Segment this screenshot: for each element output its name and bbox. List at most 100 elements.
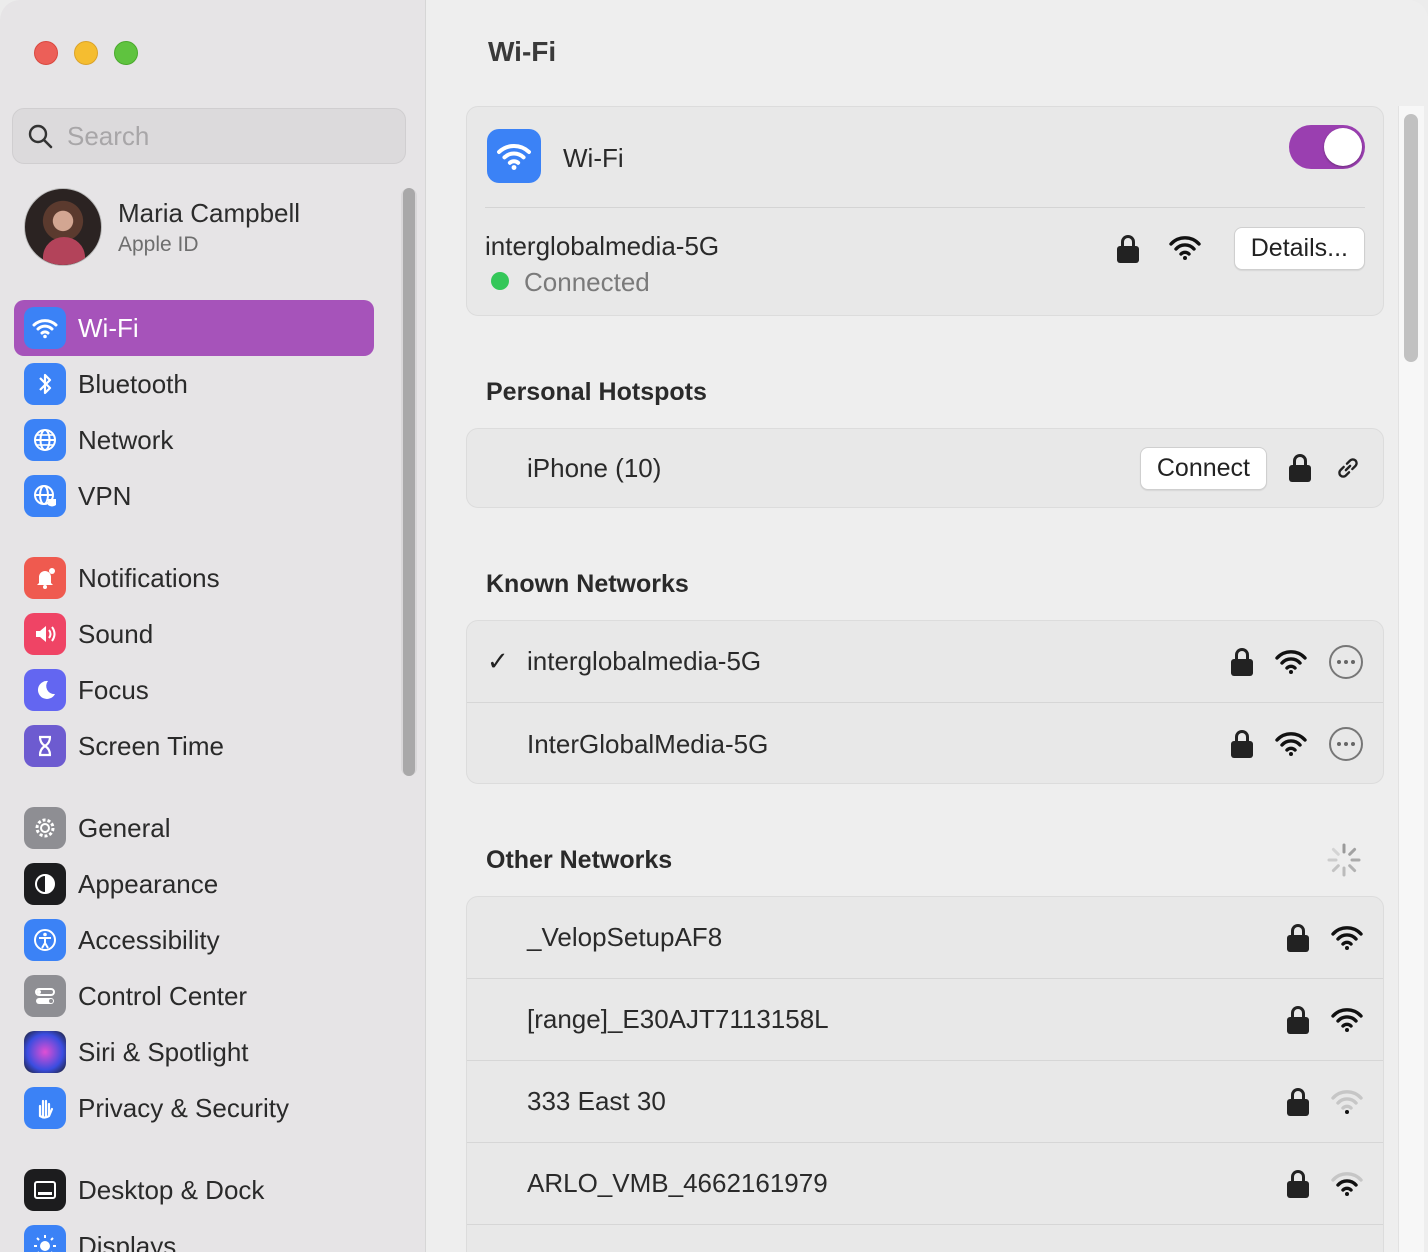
sidebar-item-siri-spotlight[interactable]: Siri & Spotlight <box>14 1024 374 1080</box>
sidebar-item-label: Accessibility <box>78 924 220 955</box>
sidebar-item-sound[interactable]: Sound <box>14 606 374 662</box>
search-input[interactable] <box>67 120 367 152</box>
sidebar-item-privacy-security[interactable]: Privacy & Security <box>14 1080 374 1136</box>
sidebar-item-notifications[interactable]: Notifications <box>14 550 374 606</box>
search-icon <box>28 124 53 149</box>
wifi-signal-icon <box>1169 235 1201 261</box>
window-controls <box>34 41 138 65</box>
sidebar-item-label: Wi-Fi <box>78 312 139 343</box>
lock-icon <box>1287 1005 1309 1034</box>
bell-icon <box>24 557 66 599</box>
siri-icon <box>24 1031 66 1073</box>
apple-id-profile[interactable]: Maria Campbell Apple ID <box>24 188 300 266</box>
sidebar-group-system: General Appearance Accessibility Control… <box>14 800 374 1136</box>
sidebar-item-label: VPN <box>78 480 132 511</box>
sidebar-item-vpn[interactable]: VPN <box>14 468 374 524</box>
other-network-row[interactable]: [range]_E30AJT7113158L <box>467 979 1383 1061</box>
profile-name: Maria Campbell <box>118 197 301 228</box>
sidebar-item-network[interactable]: Network <box>14 412 374 468</box>
sidebar-item-label: Notifications <box>78 562 220 593</box>
known-network-row[interactable]: ✓ interglobalmedia-5G <box>467 621 1383 703</box>
moon-icon <box>24 669 66 711</box>
more-options-button[interactable] <box>1329 727 1363 761</box>
sidebar-item-appearance[interactable]: Appearance <box>14 856 374 912</box>
sidebar-group-desktop: Desktop & Dock Displays <box>14 1162 374 1252</box>
section-title-hotspots: Personal Hotspots <box>486 378 707 406</box>
section-title-other: Other Networks <box>486 846 673 874</box>
page-title: Wi-Fi <box>488 36 557 67</box>
sidebar-item-focus[interactable]: Focus <box>14 662 374 718</box>
main-pane: Wi-Fi Wi-Fi interglobalmedia-5G Connecte… <box>426 0 1428 1252</box>
details-button[interactable]: Details... <box>1233 227 1365 270</box>
other-network-row[interactable] <box>467 1225 1383 1252</box>
sidebar-item-label: Appearance <box>78 868 219 899</box>
wifi-label: Wi-Fi <box>563 143 624 173</box>
divider <box>485 207 1365 208</box>
connected-status-dot <box>491 272 509 290</box>
link-icon <box>1338 458 1358 478</box>
other-network-row[interactable]: ARLO_VMB_4662161979 <box>467 1143 1383 1225</box>
gear-icon <box>24 807 66 849</box>
bluetooth-icon <box>24 363 66 405</box>
sidebar-scrollbar[interactable] <box>401 188 417 776</box>
lock-icon <box>1117 235 1139 263</box>
hotspots-card: iPhone (10) Connect <box>466 428 1384 508</box>
hand-icon <box>24 1087 66 1129</box>
section-title-known: Known Networks <box>486 570 689 598</box>
sidebar-item-accessibility[interactable]: Accessibility <box>14 912 374 968</box>
wifi-toggle[interactable] <box>1289 125 1365 169</box>
sidebar-item-control-center[interactable]: Control Center <box>14 968 374 1024</box>
close-window-button[interactable] <box>34 41 58 65</box>
lock-icon <box>1231 647 1253 676</box>
profile-subtitle: Apple ID <box>118 232 199 256</box>
wifi-app-icon <box>487 129 541 183</box>
sidebar-item-label: Network <box>78 424 174 455</box>
lock-icon <box>1287 1169 1309 1198</box>
wifi-signal-weak-icon <box>1331 1089 1363 1115</box>
network-name: ARLO_VMB_4662161979 <box>527 1168 828 1198</box>
hourglass-icon <box>24 725 66 767</box>
sidebar-item-screen-time[interactable]: Screen Time <box>14 718 374 774</box>
lock-icon <box>1231 730 1253 758</box>
other-network-row[interactable]: _VelopSetupAF8 <box>467 897 1383 979</box>
sidebar-item-desktop-dock[interactable]: Desktop & Dock <box>14 1162 374 1218</box>
sidebar-item-bluetooth[interactable]: Bluetooth <box>14 356 374 412</box>
sidebar-item-wifi[interactable]: Wi-Fi <box>14 300 374 356</box>
loading-spinner-icon <box>1327 843 1361 877</box>
sidebar-group-network: Wi-Fi Bluetooth Network VPN <box>14 300 374 524</box>
settings-window: Maria Campbell Apple ID Wi-Fi Bluetooth <box>0 0 1428 1252</box>
lock-icon <box>1287 923 1309 952</box>
speaker-icon <box>24 613 66 655</box>
sidebar-item-displays[interactable]: Displays <box>14 1218 374 1252</box>
wifi-signal-icon <box>1331 925 1363 951</box>
connect-button[interactable]: Connect <box>1139 446 1267 490</box>
wifi-signal-medium-icon <box>1331 1171 1363 1197</box>
sidebar-item-label: Displays <box>78 1230 177 1252</box>
connection-status: Connected <box>524 267 650 297</box>
main-scrollbar[interactable] <box>1398 106 1424 1252</box>
other-network-row[interactable]: 333 East 30 <box>467 1061 1383 1143</box>
sidebar-item-label: Privacy & Security <box>78 1092 289 1123</box>
lock-icon <box>1289 454 1311 482</box>
minimize-window-button[interactable] <box>74 41 98 65</box>
dock-icon <box>24 1169 66 1211</box>
network-name: _VelopSetupAF8 <box>527 922 723 952</box>
wifi-card: Wi-Fi interglobalmedia-5G Connected Deta… <box>466 106 1384 316</box>
other-networks-card: _VelopSetupAF8 [range]_E30AJT7113158L 33… <box>466 896 1384 1252</box>
sidebar-item-label: Focus <box>78 674 149 705</box>
wifi-signal-icon <box>1275 649 1307 675</box>
sidebar-item-label: General <box>78 812 171 843</box>
wifi-signal-icon <box>1331 1007 1363 1033</box>
search-field[interactable] <box>12 108 406 164</box>
sidebar-item-label: Siri & Spotlight <box>78 1036 249 1067</box>
wifi-icon <box>24 307 66 349</box>
appearance-icon <box>24 863 66 905</box>
sidebar-item-general[interactable]: General <box>14 800 374 856</box>
maximize-window-button[interactable] <box>114 41 138 65</box>
more-options-button[interactable] <box>1329 644 1363 679</box>
sidebar: Maria Campbell Apple ID Wi-Fi Bluetooth <box>0 0 426 1252</box>
sidebar-item-label: Sound <box>78 618 154 649</box>
sun-icon <box>24 1225 66 1252</box>
hotspot-row[interactable]: iPhone (10) Connect <box>467 429 1383 507</box>
known-network-row[interactable]: InterGlobalMedia-5G <box>467 703 1383 785</box>
